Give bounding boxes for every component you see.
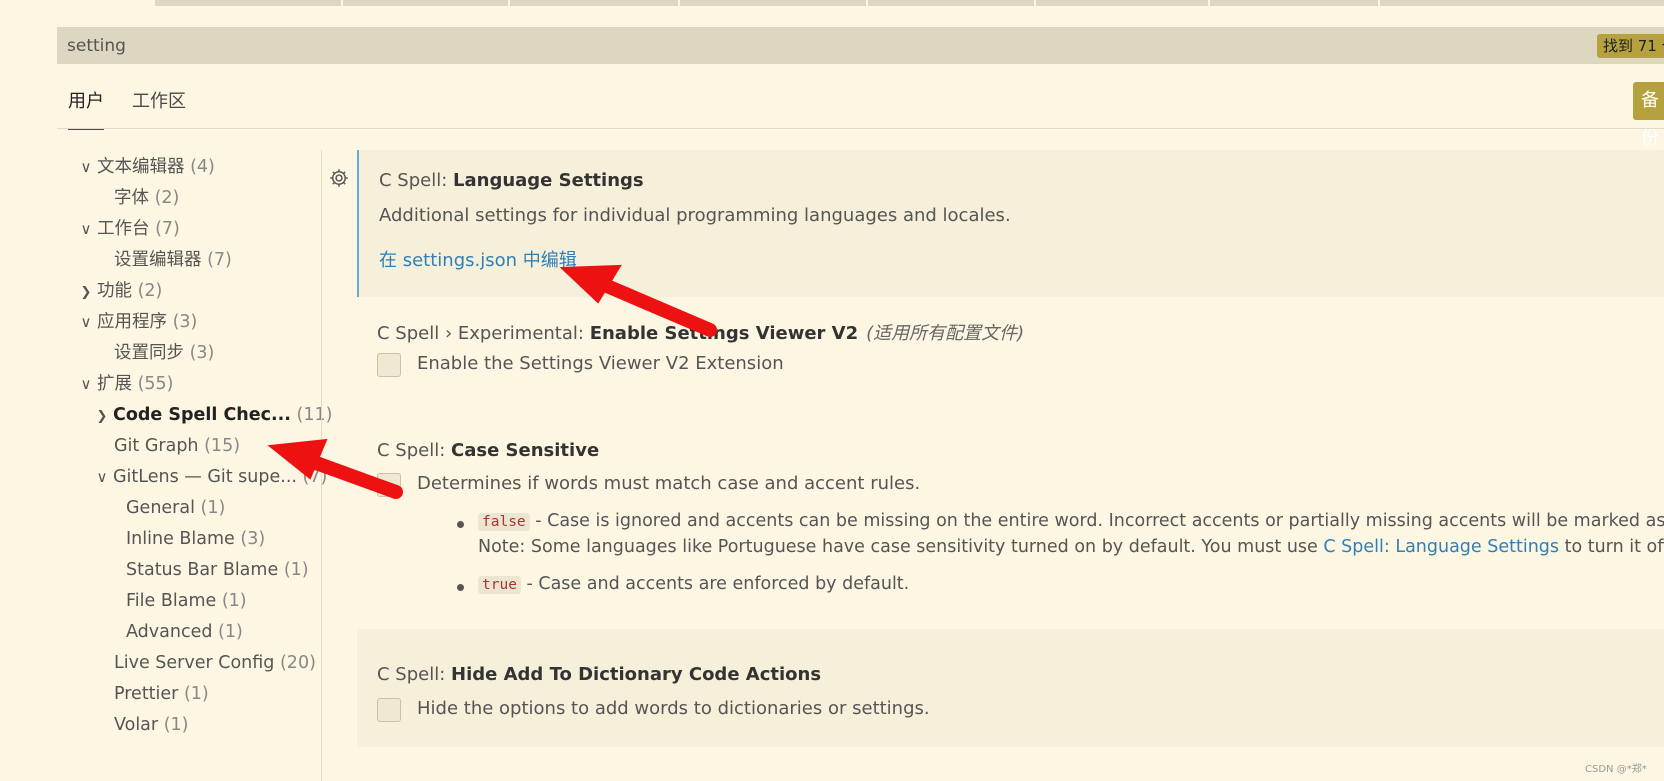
toc-item-count: (3) bbox=[240, 529, 266, 549]
toc-item-count: (15) bbox=[204, 436, 241, 456]
toc-item-label: Inline Blame bbox=[126, 529, 235, 549]
toc-item-count: (55) bbox=[137, 374, 174, 394]
chevron-down-icon[interactable]: ∨ bbox=[75, 214, 97, 244]
toc-item-count: (7) bbox=[155, 219, 180, 239]
toc-item-count: (20) bbox=[279, 653, 316, 673]
toc-item-count: (1) bbox=[200, 498, 226, 518]
toc-item-count: (1) bbox=[221, 591, 247, 611]
chevron-right-icon[interactable]: ❯ bbox=[75, 278, 97, 308]
toc-item-count: (3) bbox=[189, 343, 215, 363]
toc-item-label: 设置编辑器 bbox=[114, 250, 202, 270]
case-sensitive-checkbox[interactable] bbox=[377, 473, 401, 497]
toc-item-label: 文本编辑器 bbox=[97, 157, 185, 177]
toc-item-count: (11) bbox=[296, 405, 333, 425]
toc-item-label: File Blame bbox=[126, 591, 217, 611]
setting-hide-add-to-dictionary: C Spell: Hide Add To Dictionary Code Act… bbox=[357, 629, 1664, 747]
toc-item[interactable]: ∨ 文本编辑器 (4) bbox=[75, 152, 215, 182]
true-option-text: true - Case and accents are enforced by … bbox=[478, 574, 909, 594]
checkbox-label: Enable the Settings Viewer V2 Extension bbox=[417, 353, 784, 374]
tab-user[interactable]: 用户 bbox=[68, 84, 104, 130]
toc-item[interactable]: ∨ GitLens — Git supe... (7) bbox=[91, 462, 328, 492]
language-settings-link[interactable]: C Spell: Language Settings bbox=[1323, 537, 1559, 557]
toc-item[interactable]: 设置同步 (3) bbox=[114, 338, 214, 368]
watermark: CSDN @*郑* bbox=[1585, 764, 1647, 775]
toc-item[interactable]: Prettier (1) bbox=[114, 679, 209, 709]
backup-button[interactable]: 备份 bbox=[1633, 82, 1664, 149]
toc-item[interactable]: ∨ 应用程序 (3) bbox=[75, 307, 198, 337]
checkbox-label: Hide the options to add words to diction… bbox=[417, 698, 930, 719]
case-note: Note: Some languages like Portuguese hav… bbox=[478, 537, 1664, 557]
toc-item[interactable]: ∨ 工作台 (7) bbox=[75, 214, 180, 244]
toc-item[interactable]: Live Server Config (20) bbox=[114, 648, 316, 678]
toc-item-label: Volar bbox=[114, 715, 159, 735]
checkbox-label: Determines if words must match case and … bbox=[417, 473, 921, 494]
false-option-text: false - Case is ignored and accents can … bbox=[478, 511, 1664, 531]
toc-item-label: 功能 bbox=[97, 281, 132, 301]
chevron-down-icon[interactable]: ∨ bbox=[75, 152, 97, 182]
toc-item-label: Status Bar Blame bbox=[126, 560, 279, 580]
toc-item-label: General bbox=[126, 498, 195, 518]
setting-title: C Spell: Case Sensitive bbox=[377, 440, 600, 461]
toc-item-label: Code Spell Chec... bbox=[113, 405, 291, 425]
enable-viewer-checkbox[interactable] bbox=[377, 353, 401, 377]
toc-item-count: (2) bbox=[154, 188, 180, 208]
chevron-down-icon[interactable]: ∨ bbox=[91, 462, 113, 492]
toc-item-label: 设置同步 bbox=[114, 343, 184, 363]
toc-item-count: (1) bbox=[218, 622, 243, 642]
setting-enable-settings-viewer: C Spell › Experimental: Enable Settings … bbox=[357, 297, 1664, 407]
setting-case-sensitive: C Spell: Case Sensitive Determines if wo… bbox=[357, 417, 1664, 607]
true-code: true bbox=[478, 576, 521, 594]
edit-in-settings-json-link[interactable]: 在 settings.json 中编辑 bbox=[379, 246, 577, 272]
toc-item-count: (1) bbox=[163, 715, 189, 735]
tab-workspace[interactable]: 工作区 bbox=[132, 84, 186, 128]
toc-item-label: Prettier bbox=[114, 684, 179, 704]
toc-item-label: GitLens — Git supe... bbox=[113, 467, 297, 487]
chevron-right-icon[interactable]: ❯ bbox=[91, 402, 113, 432]
hide-actions-checkbox[interactable] bbox=[377, 698, 401, 722]
toc-item-count: (4) bbox=[190, 157, 215, 177]
toc-item[interactable]: Volar (1) bbox=[114, 710, 188, 740]
setting-title: C Spell: Hide Add To Dictionary Code Act… bbox=[377, 664, 822, 685]
settings-search-bar: 找到 71 个 bbox=[57, 27, 1664, 64]
chevron-down-icon[interactable]: ∨ bbox=[75, 369, 97, 399]
toc-item-label: Live Server Config bbox=[114, 653, 275, 673]
toc-divider bbox=[321, 150, 322, 781]
search-result-count: 找到 71 个 bbox=[1597, 34, 1664, 58]
toc-item[interactable]: ❯ 功能 (2) bbox=[75, 276, 163, 308]
setting-description: Additional settings for individual progr… bbox=[379, 205, 1011, 226]
toc-item-label: 字体 bbox=[114, 188, 149, 208]
toc-item[interactable]: 设置编辑器 (7) bbox=[114, 245, 232, 275]
setting-title: C Spell: Language Settings bbox=[379, 170, 644, 191]
false-code: false bbox=[478, 513, 530, 531]
gear-icon[interactable] bbox=[328, 167, 350, 189]
toc-item-label: 应用程序 bbox=[97, 312, 167, 332]
toc-item[interactable]: General (1) bbox=[126, 493, 225, 523]
toc-item-count: (7) bbox=[207, 250, 232, 270]
toc-item-count: (1) bbox=[183, 684, 209, 704]
toc-item-label: Advanced bbox=[126, 622, 213, 642]
setting-title: C Spell › Experimental: Enable Settings … bbox=[377, 323, 1025, 344]
editor-tab-strip bbox=[155, 0, 1664, 6]
tabs-divider bbox=[57, 128, 1664, 129]
toc-item[interactable]: Status Bar Blame (1) bbox=[126, 555, 309, 585]
search-input[interactable] bbox=[57, 27, 1557, 64]
toc-item[interactable]: Git Graph (15) bbox=[114, 431, 240, 461]
bullet bbox=[457, 584, 464, 591]
toc-item-label: Git Graph bbox=[114, 436, 199, 456]
toc-item-count: (2) bbox=[137, 281, 163, 301]
toc-item-label: 扩展 bbox=[97, 374, 132, 394]
toc-item-count: (3) bbox=[172, 312, 198, 332]
toc-item-count: (7) bbox=[302, 467, 328, 487]
toc-item[interactable]: File Blame (1) bbox=[126, 586, 247, 616]
toc-item[interactable]: ∨ 扩展 (55) bbox=[75, 369, 174, 399]
toc-item-count: (1) bbox=[283, 560, 309, 580]
toc-item-label: 工作台 bbox=[97, 219, 150, 239]
toc-item[interactable]: Inline Blame (3) bbox=[126, 524, 265, 554]
bullet bbox=[457, 521, 464, 528]
chevron-down-icon[interactable]: ∨ bbox=[75, 307, 97, 337]
toc-item[interactable]: Advanced (1) bbox=[126, 617, 243, 647]
setting-language-settings: C Spell: Language Settings Additional se… bbox=[357, 150, 1664, 297]
toc-item[interactable]: ❯ Code Spell Chec... (11) bbox=[91, 400, 333, 432]
toc-item[interactable]: 字体 (2) bbox=[114, 183, 179, 213]
